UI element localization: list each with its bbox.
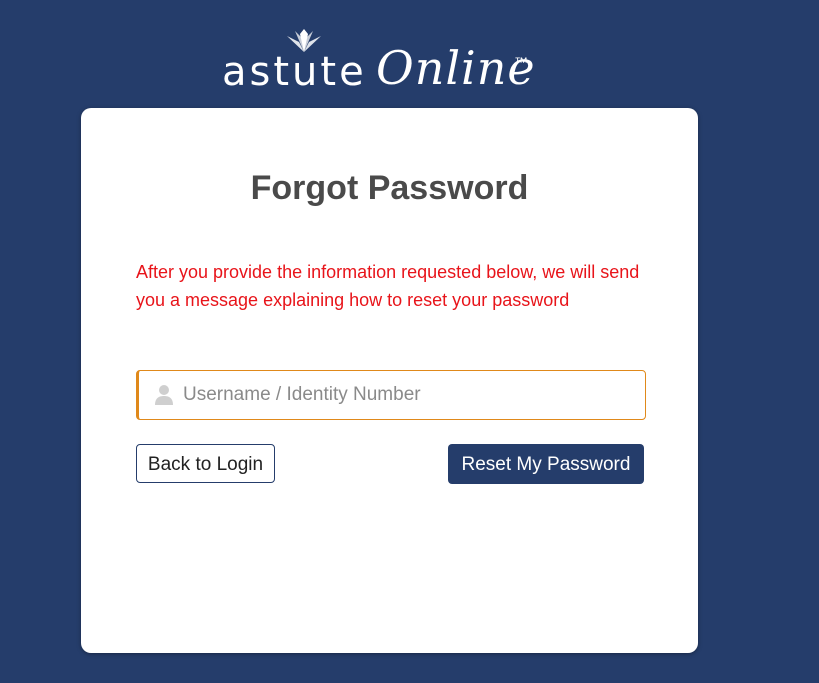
brand-script: Online: [376, 41, 536, 95]
reset-password-button[interactable]: Reset My Password: [448, 444, 644, 484]
page-title: Forgot Password: [250, 169, 529, 207]
username-input[interactable]: [183, 371, 633, 419]
brand-logo: astute Online ™: [222, 28, 542, 100]
trademark-symbol: ™: [514, 54, 528, 70]
username-field: [136, 370, 646, 420]
brand-wordmark: astute: [222, 49, 367, 95]
instruction-text: After you provide the information reques…: [136, 262, 640, 310]
user-icon: [155, 385, 173, 405]
back-to-login-button[interactable]: Back to Login: [136, 444, 275, 483]
forgot-password-card: Forgot Password After you provide the in…: [81, 108, 698, 653]
